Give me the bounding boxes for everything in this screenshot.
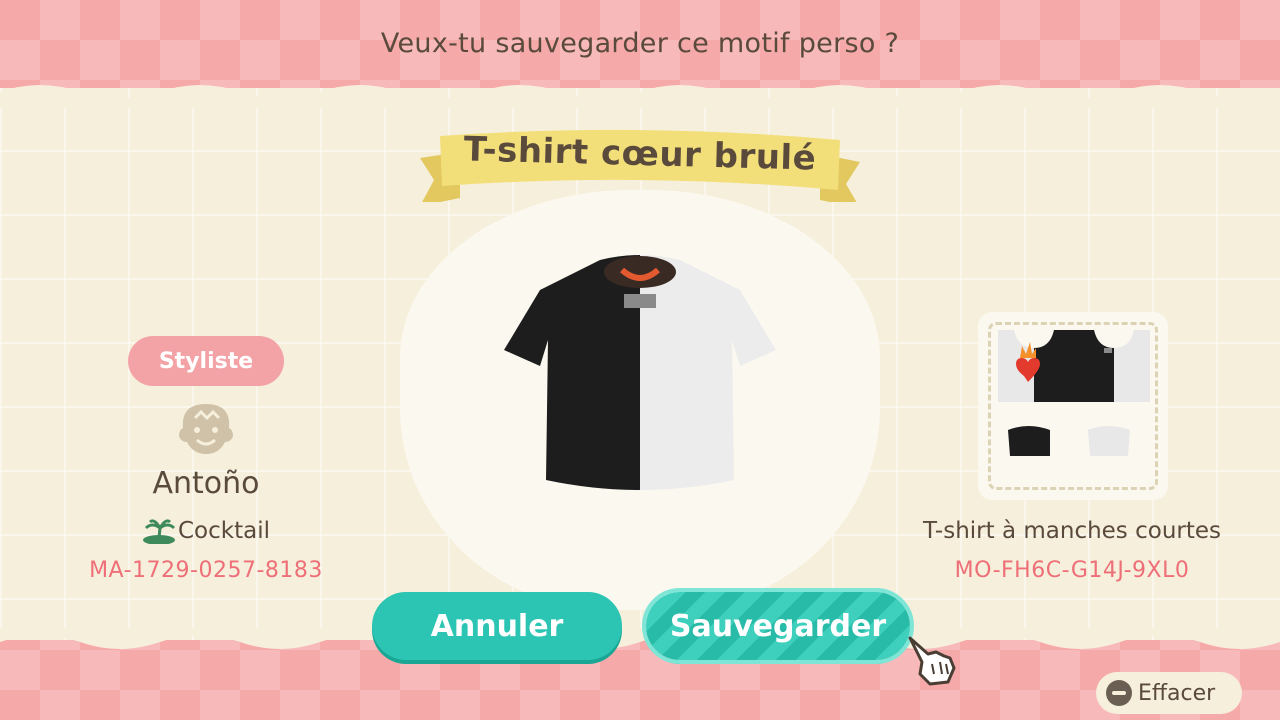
creator-island-name: Cocktail	[178, 518, 270, 544]
dialog-prompt: Veux-tu sauvegarder ce motif perso ?	[380, 28, 900, 59]
pattern-preview	[998, 330, 1150, 456]
erase-button[interactable]: Effacer	[1096, 672, 1242, 714]
creator-name: Antoño	[152, 466, 260, 501]
panel-wave-bottom	[0, 628, 1280, 649]
save-button[interactable]: Sauvegarder	[642, 588, 914, 664]
creator-role-badge: Styliste	[128, 336, 284, 386]
island-palm-icon	[143, 519, 176, 544]
creator-code: MA-1729-0257-8183	[89, 558, 323, 583]
shirt-preview	[504, 255, 776, 490]
design-code: MO-FH6C-G14J-9XL0	[954, 558, 1190, 583]
cancel-button[interactable]: Annuler	[372, 592, 622, 660]
villager-face-icon	[179, 404, 233, 454]
erase-label: Effacer	[1138, 680, 1216, 706]
design-type: T-shirt à manches courtes	[922, 518, 1222, 544]
panel-wave-top	[0, 85, 1280, 108]
pointing-hand-cursor-icon	[908, 636, 956, 686]
minus-button-icon	[1106, 680, 1132, 706]
creator-island: Cocktail	[100, 518, 312, 544]
